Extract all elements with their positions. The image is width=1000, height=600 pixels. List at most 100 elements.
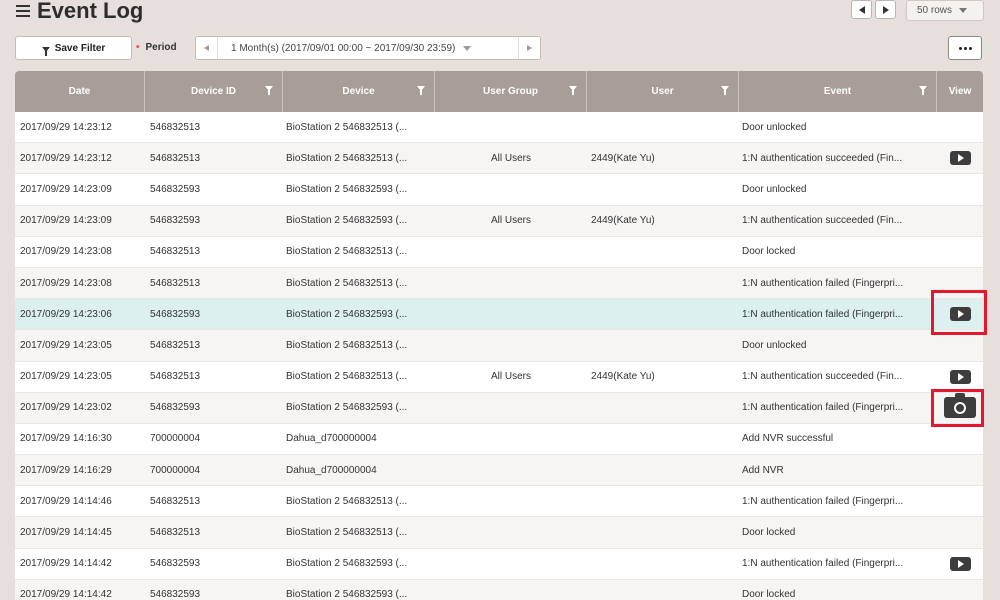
device-cell: BioStation 2 546832593 (... xyxy=(286,589,408,600)
highlight-box xyxy=(931,290,987,335)
table-row[interactable]: 2017/09/29 14:23:09 546832593 BioStation 2… xyxy=(15,205,983,237)
table-row[interactable]: 2017/09/29 14:23:06 546832593 BioStation 2… xyxy=(15,299,983,331)
filter-icon[interactable] xyxy=(569,86,577,95)
table-row[interactable]: 2017/09/29 14:23:05 546832513 BioStation 2… xyxy=(15,330,983,362)
event-cell: 1:N authentication succeeded (Fin... xyxy=(742,152,903,164)
device-id-cell: 546832513 xyxy=(150,371,201,383)
device-id-cell: 546832593 xyxy=(150,183,201,195)
period-selector[interactable]: 1 Month(s) (2017/09/01 00:00 ~ 2017/09/3… xyxy=(195,36,541,60)
caret-down-icon xyxy=(959,8,968,13)
caret-down-icon[interactable] xyxy=(463,45,472,51)
date-cell: 2017/09/29 14:23:08 xyxy=(20,277,112,289)
user-group-cell: All Users xyxy=(490,152,531,164)
next-page-button[interactable] xyxy=(875,0,896,19)
filter-icon[interactable] xyxy=(919,86,927,95)
chevron-left-icon xyxy=(858,5,865,14)
date-cell: 2017/09/29 14:23:06 xyxy=(20,308,112,320)
column-header-device-id[interactable]: Device ID xyxy=(145,71,283,112)
table-row[interactable]: 2017/09/29 14:23:09 546832593 BioStation 2… xyxy=(15,174,983,206)
table-row[interactable]: 2017/09/29 14:14:45 546832513 BioStation 2… xyxy=(15,517,983,549)
table-body: 2017/09/29 14:23:12 546832513 BioStation 2… xyxy=(15,112,983,600)
device-id-cell: 546832513 xyxy=(150,339,201,351)
column-header-label: Date xyxy=(68,86,91,97)
column-header-event[interactable]: Event xyxy=(739,71,937,112)
device-cell: BioStation 2 546832593 (... xyxy=(286,402,408,414)
dot-icon xyxy=(958,46,962,50)
save-filter-button[interactable]: Save Filter xyxy=(15,36,132,60)
event-cell: 1:N authentication failed (Fingerpri... xyxy=(742,277,904,289)
date-cell: 2017/09/29 14:23:12 xyxy=(20,121,112,133)
table-row[interactable]: 2017/09/29 14:23:12 546832513 BioStation 2… xyxy=(15,143,983,175)
view-cell xyxy=(937,362,983,392)
event-cell: 1:N authentication succeeded (Fin... xyxy=(742,371,903,383)
page-title: Event Log xyxy=(37,0,144,23)
table-row[interactable]: 2017/09/29 14:23:02 546832593 BioStation 2… xyxy=(15,392,983,424)
device-cell: BioStation 2 546832513 (... xyxy=(286,527,408,539)
filter-icon xyxy=(41,46,50,56)
view-cell xyxy=(937,486,983,516)
column-header-date[interactable]: Date xyxy=(15,71,145,112)
video-play-icon[interactable] xyxy=(949,556,971,571)
event-cell: Door unlocked xyxy=(742,339,807,351)
event-cell: Door locked xyxy=(742,527,796,539)
rows-per-page-select[interactable]: 50 rows xyxy=(906,0,984,21)
table-row[interactable]: 2017/09/29 14:23:08 546832513 BioStation 2… xyxy=(15,237,983,268)
user-cell: 2449(Kate Yu) xyxy=(591,215,655,227)
device-id-cell: 700000004 xyxy=(150,464,201,476)
period-label-text: Period xyxy=(145,42,177,53)
view-cell xyxy=(937,424,983,454)
period-prev-button[interactable] xyxy=(196,37,218,59)
device-cell: BioStation 2 546832593 (... xyxy=(286,308,408,320)
event-cell: 1:N authentication failed (Fingerpri... xyxy=(742,308,904,320)
column-header-label: View xyxy=(948,86,972,97)
column-header-device[interactable]: Device xyxy=(283,71,435,112)
table-header: Date Device ID Device User Group User Ev… xyxy=(15,71,983,112)
device-id-cell: 546832513 xyxy=(150,527,201,539)
table-row[interactable]: 2017/09/29 14:14:42 546832593 BioStation 2… xyxy=(15,579,983,600)
date-cell: 2017/09/29 14:23:05 xyxy=(20,339,112,351)
period-next-button[interactable] xyxy=(518,37,540,59)
device-id-cell: 546832513 xyxy=(150,495,201,507)
device-id-cell: 546832513 xyxy=(150,152,201,164)
column-header-label: Event xyxy=(823,86,852,97)
column-header-user-group[interactable]: User Group xyxy=(435,71,587,112)
column-header-user[interactable]: User xyxy=(587,71,739,112)
play-icon xyxy=(958,372,964,381)
view-cell xyxy=(937,517,983,547)
device-cell: BioStation 2 546832513 (... xyxy=(286,371,408,383)
event-cell: Door locked xyxy=(742,246,796,258)
table-row[interactable]: 2017/09/29 14:23:12 546832513 BioStation 2… xyxy=(15,112,983,144)
table-row[interactable]: 2017/09/29 14:23:05 546832513 BioStation 2… xyxy=(15,362,983,393)
date-cell: 2017/09/29 14:23:08 xyxy=(20,246,112,258)
video-play-icon[interactable] xyxy=(949,151,971,166)
device-id-cell: 546832513 xyxy=(150,277,201,289)
chevron-right-icon xyxy=(527,45,532,51)
table-row[interactable]: 2017/09/29 14:14:46 546832513 BioStation 2… xyxy=(15,486,983,518)
event-cell: Add NVR xyxy=(742,464,784,476)
user-cell: 2449(Kate Yu) xyxy=(591,371,655,383)
dot-icon xyxy=(963,46,967,50)
more-options-button[interactable] xyxy=(948,36,982,60)
prev-page-button[interactable] xyxy=(851,0,872,19)
device-cell: BioStation 2 546832593 (... xyxy=(286,183,408,195)
required-marker: • xyxy=(136,42,140,53)
device-cell: BioStation 2 546832513 (... xyxy=(286,152,408,164)
table-row[interactable]: 2017/09/29 14:16:30 700000004 Dahua_d70000… xyxy=(15,424,983,456)
view-cell xyxy=(937,580,983,600)
date-cell: 2017/09/29 14:14:42 xyxy=(20,558,112,570)
device-cell: BioStation 2 546832513 (... xyxy=(286,495,408,507)
video-play-icon[interactable] xyxy=(949,369,971,384)
list-menu-icon[interactable] xyxy=(16,5,30,17)
device-id-cell: 546832593 xyxy=(150,589,201,600)
period-value: 1 Month(s) (2017/09/01 00:00 ~ 2017/09/3… xyxy=(231,42,456,54)
view-cell xyxy=(937,143,983,173)
filter-icon[interactable] xyxy=(721,86,729,95)
table-row[interactable]: 2017/09/29 14:14:42 546832593 BioStation 2… xyxy=(15,549,983,580)
highlight-box xyxy=(931,389,984,427)
title-area: Event Log xyxy=(16,0,143,24)
table-row[interactable]: 2017/09/29 14:23:08 546832513 BioStation 2… xyxy=(15,267,983,300)
chevron-right-icon xyxy=(882,5,889,14)
filter-icon[interactable] xyxy=(265,86,273,95)
filter-icon[interactable] xyxy=(417,86,425,95)
table-row[interactable]: 2017/09/29 14:16:29 700000004 Dahua_d70000… xyxy=(15,455,983,487)
